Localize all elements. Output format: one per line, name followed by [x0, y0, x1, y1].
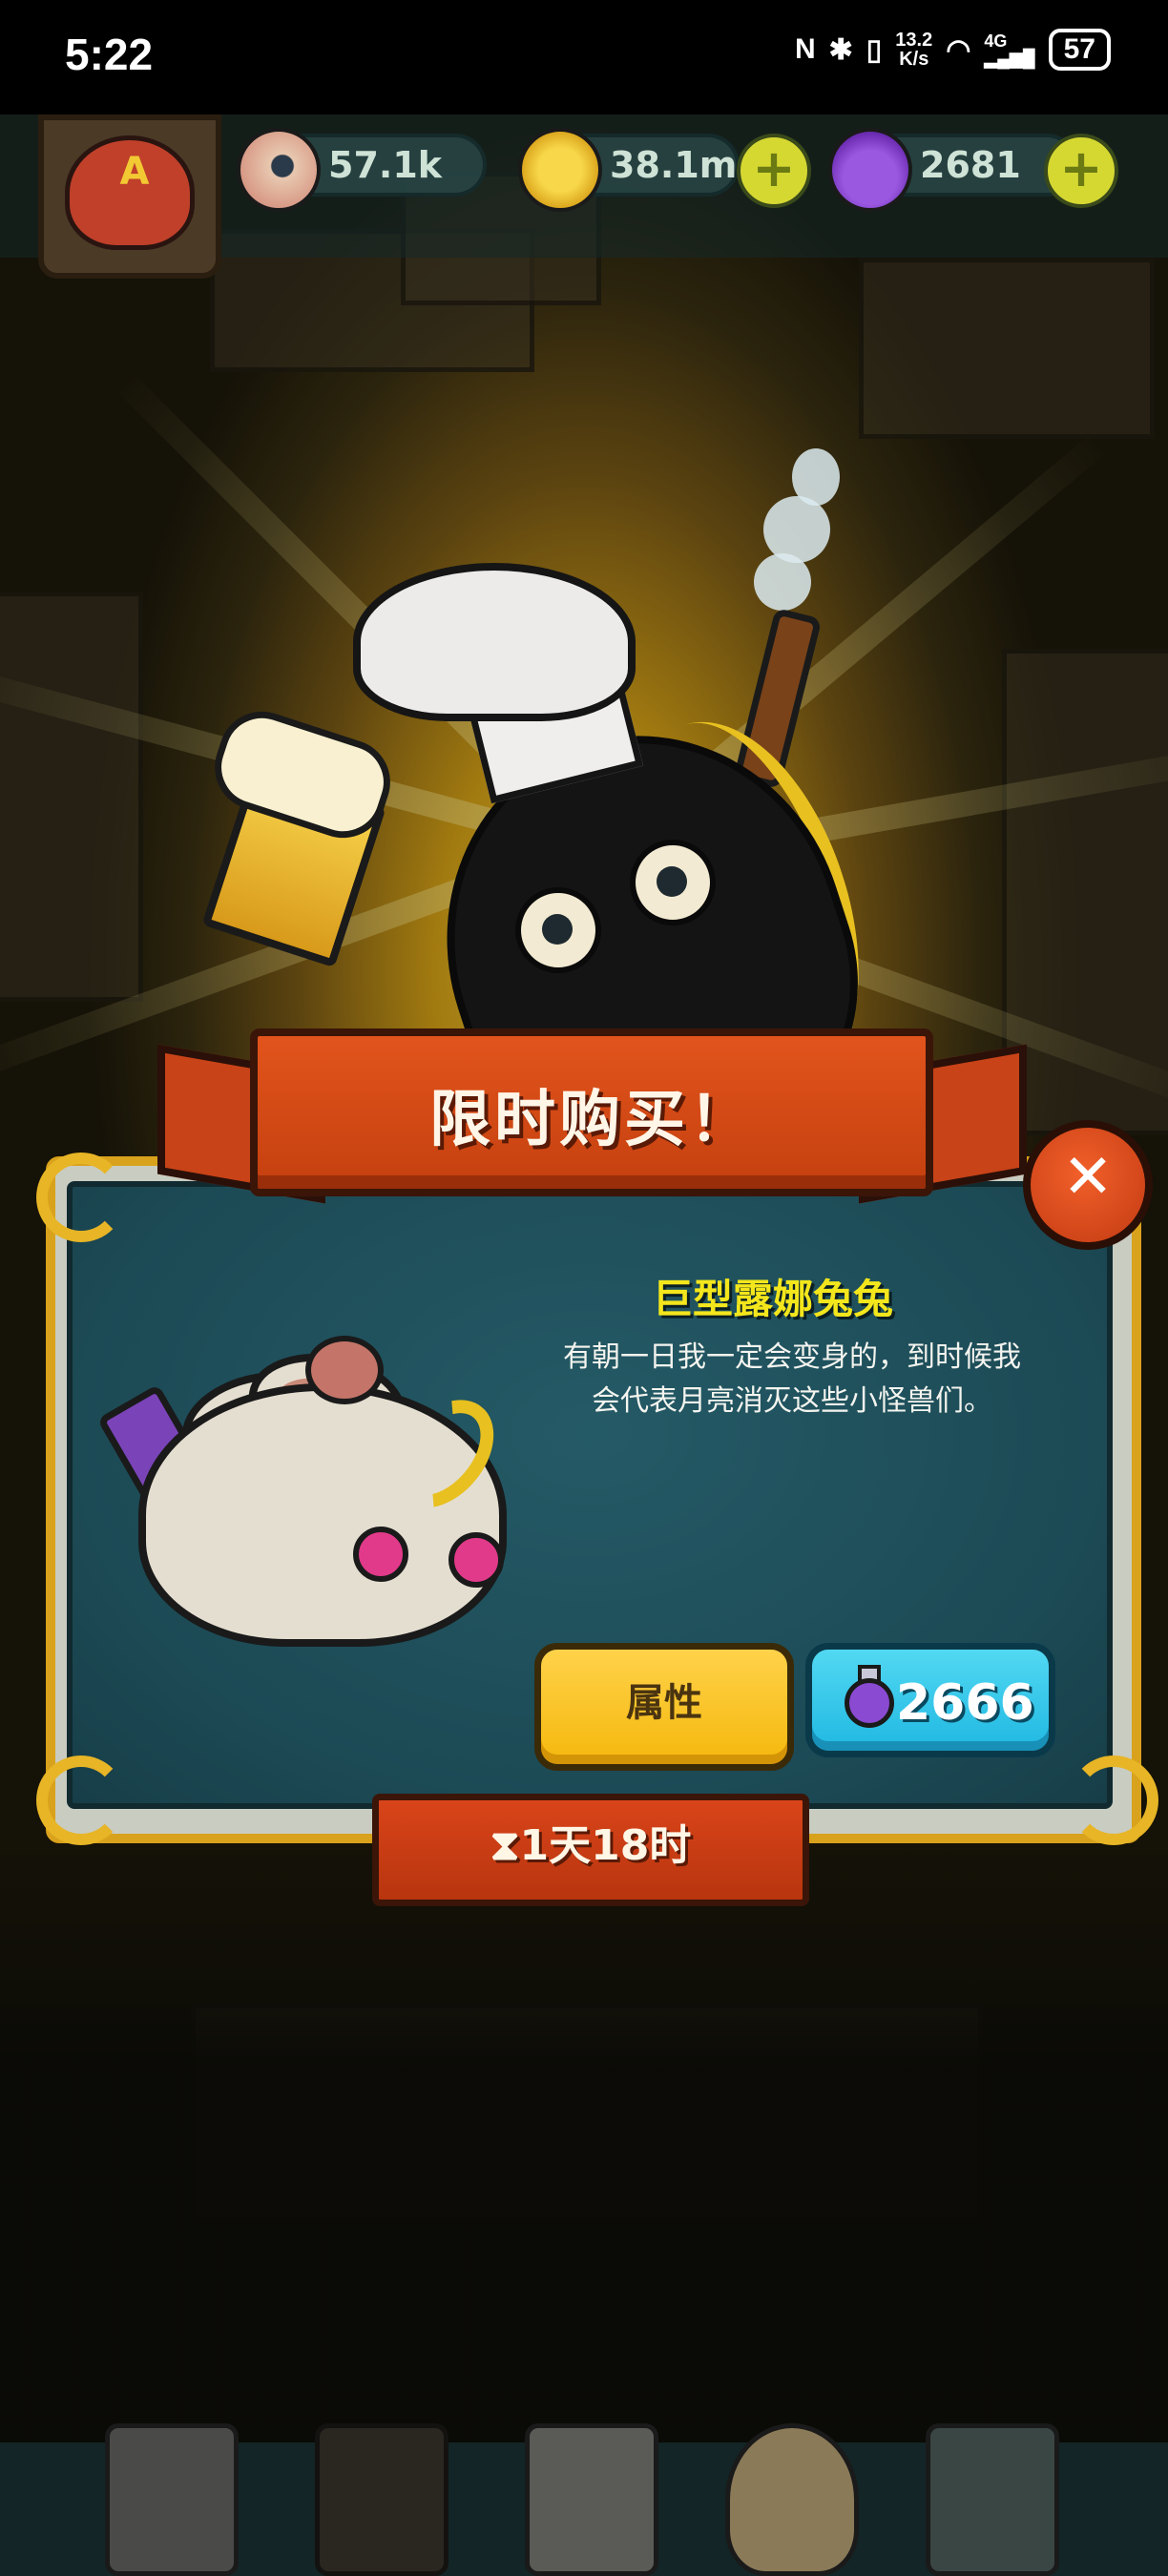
- chef-hat-icon: [353, 563, 636, 721]
- nav-menu-button[interactable]: [926, 2423, 1059, 2576]
- item-description-line: 有朝一日我一定会变身的，到时候我: [563, 1340, 1021, 1374]
- vibrate-icon: ▯: [866, 33, 883, 66]
- gold-value: 38.1m: [610, 144, 738, 186]
- cellular-signal: 4G ▂▄▆█: [984, 31, 1035, 68]
- wifi-icon: ◠: [946, 33, 971, 66]
- nav-book-button[interactable]: [525, 2423, 658, 2576]
- nav-monster-button[interactable]: [315, 2423, 448, 2576]
- title-banner: 限时购买！: [250, 1028, 933, 1196]
- player-badge[interactable]: A: [38, 114, 221, 279]
- timer-value: 1天18时: [519, 1821, 692, 1870]
- buy-button[interactable]: 2666: [805, 1643, 1055, 1757]
- nav-shop-button[interactable]: [725, 2423, 859, 2576]
- bluetooth-icon: ✱: [828, 33, 853, 66]
- countdown-timer: ⧗1天18时: [372, 1794, 809, 1906]
- monster-face-icon: A: [65, 135, 195, 250]
- item-description-line: 会代表月亮消灭这些小怪兽们。: [592, 1384, 992, 1418]
- item-name: 巨型露娜兔兔: [652, 1276, 893, 1322]
- status-icons: N ✱ ▯ 13.2 K/s ◠ 4G ▂▄▆█ 57: [795, 29, 1111, 71]
- pupil: [657, 866, 687, 897]
- add-gold-button[interactable]: +: [737, 134, 811, 208]
- smoke-puff: [754, 553, 811, 611]
- gold-counter: 38.1m: [518, 128, 740, 212]
- network-speed: 13.2 K/s: [895, 30, 933, 70]
- status-bar: 5:22 N ✱ ▯ 13.2 K/s ◠ 4G ▂▄▆█ 57: [0, 0, 1168, 114]
- rabbit-eye: [448, 1532, 504, 1588]
- nav-building-button[interactable]: [105, 2423, 239, 2576]
- nfc-icon: N: [794, 33, 816, 65]
- item-description: 有朝一日我一定会变身的，到时候我 会代表月亮消灭这些小怪兽们。: [534, 1336, 1050, 1423]
- add-potion-button[interactable]: +: [1044, 134, 1118, 208]
- potion-counter: 2681: [828, 128, 1078, 212]
- hourglass-icon: ⧗: [490, 1821, 520, 1870]
- close-icon: ✕: [1062, 1142, 1114, 1213]
- monster-eye-left: [515, 887, 601, 973]
- potion-icon: [828, 128, 912, 212]
- eyeball-value: 57.1k: [328, 144, 443, 186]
- pupil: [542, 914, 573, 945]
- gold-coin-icon: [518, 128, 602, 212]
- rabbit-eye: [353, 1527, 408, 1582]
- scroll-ornament: [1069, 1755, 1158, 1845]
- rabbit-rider: [305, 1336, 384, 1404]
- eyeball-icon: [237, 128, 321, 212]
- status-time: 5:22: [65, 30, 154, 79]
- close-button[interactable]: ✕: [1023, 1120, 1153, 1250]
- smoke-puff: [763, 496, 830, 563]
- attributes-button[interactable]: 属性: [534, 1643, 794, 1771]
- smoke-puff: [792, 448, 840, 506]
- scroll-ornament: [36, 1153, 126, 1242]
- potion-icon: [845, 1678, 894, 1728]
- battery-indicator: 57: [1048, 29, 1111, 71]
- eyeball-counter: 57.1k: [237, 128, 487, 212]
- offer-title: 限时购买！: [429, 1085, 754, 1155]
- badge-letter: A: [119, 150, 150, 194]
- scroll-ornament: [36, 1755, 126, 1845]
- buy-price: 2666: [896, 1674, 1034, 1732]
- monster-eye-right: [630, 840, 716, 925]
- potion-value: 2681: [920, 144, 1021, 186]
